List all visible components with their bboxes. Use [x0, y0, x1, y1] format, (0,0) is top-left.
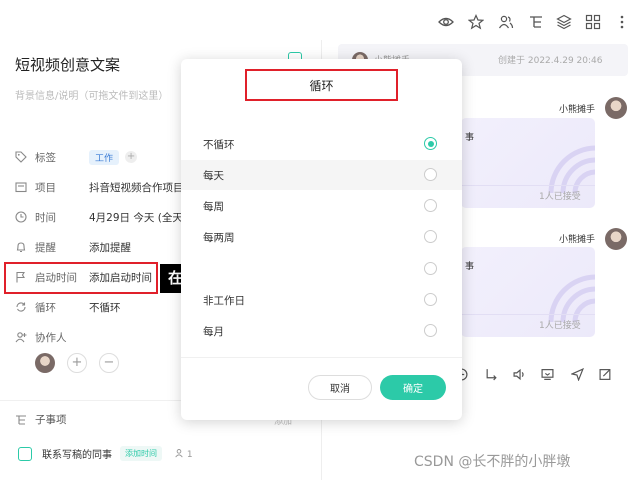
more-icon[interactable]	[614, 14, 630, 30]
radio[interactable]	[424, 324, 437, 337]
created-time: 创建于 2022.4.29 20:46	[498, 56, 603, 66]
repeat-option-none[interactable]: 不循环	[181, 129, 462, 159]
tag-icon	[15, 151, 27, 163]
chat-toolbar	[455, 367, 625, 386]
radio-selected[interactable]	[424, 137, 437, 150]
modal-divider	[181, 357, 462, 358]
layers-icon[interactable]	[556, 14, 572, 30]
option-label: 不循环	[203, 138, 235, 151]
repeat-icon	[15, 301, 27, 313]
assignee-count-value: 1	[186, 449, 193, 460]
repeat-option-weekly[interactable]: 每周	[181, 191, 462, 221]
description-input[interactable]: 背景信息/说明（可拖文件到这里）	[15, 87, 168, 102]
repeat-row: 循环 不循环	[15, 297, 121, 317]
accepted-count: 1人已接受	[539, 192, 581, 202]
tag-label: 标签	[35, 151, 56, 164]
repeat-option-daily[interactable]: 每天	[181, 160, 462, 190]
screen-icon[interactable]	[541, 368, 555, 382]
radio[interactable]	[424, 230, 437, 243]
message-card[interactable]: 事 1人已接受	[461, 247, 595, 337]
radio[interactable]	[424, 262, 437, 275]
tag-badge[interactable]: 工作	[89, 149, 120, 165]
subtasks-title: 子事项	[35, 414, 67, 426]
add-tag-button[interactable]: +	[125, 151, 138, 163]
send-icon[interactable]	[570, 367, 585, 382]
tag-row: 标签 工作 +	[15, 147, 138, 167]
annotation-box-title	[245, 69, 398, 101]
project-label: 项目	[35, 181, 56, 194]
accepted-count: 1人已接受	[539, 321, 581, 331]
collaborators-row: 协作人	[15, 327, 89, 347]
repeat-option-non-workday[interactable]: 非工作日	[181, 285, 462, 315]
add-reminder-link[interactable]: 添加提醒	[89, 240, 131, 255]
time-value[interactable]: 4月29日 今天 (全天)	[89, 210, 187, 225]
add-collaborator-button[interactable]: +	[67, 353, 87, 373]
option-label: 每周	[203, 200, 224, 213]
message-sender: 小熊摊手	[559, 105, 596, 115]
remove-collaborator-button[interactable]: −	[99, 353, 119, 373]
person-icon	[15, 331, 27, 343]
card-divider	[461, 314, 595, 315]
message-card-text: 事	[465, 262, 475, 272]
option-label: 非工作日	[203, 294, 245, 307]
sender-avatar	[605, 228, 627, 250]
option-label: 每月	[203, 325, 224, 338]
tree-icon[interactable]	[528, 14, 544, 30]
collaborators-list: + −	[35, 353, 119, 373]
members-icon[interactable]	[498, 14, 514, 30]
subtask-checkbox[interactable]	[18, 446, 32, 461]
person-icon	[175, 448, 183, 457]
apps-icon[interactable]	[585, 14, 601, 30]
bell-icon	[15, 241, 27, 253]
option-label: 每两周	[203, 231, 235, 244]
subtasks-header: 子事项	[15, 412, 67, 427]
top-toolbar	[0, 0, 641, 40]
subtask-icon[interactable]	[485, 368, 499, 382]
time-row: 时间 4月29日 今天 (全天)	[15, 207, 187, 227]
subtask-icon	[15, 414, 27, 426]
annotation-box-start-time	[4, 262, 158, 294]
watermark: CSDN @长不胖的小胖墩	[414, 454, 571, 470]
repeat-label: 循环	[35, 301, 56, 314]
project-value[interactable]: 抖音短视频合作项目	[89, 180, 184, 195]
repeat-value[interactable]: 不循环	[89, 300, 121, 315]
message-card[interactable]: 事 1人已接受	[461, 118, 595, 208]
speaker-icon[interactable]	[513, 368, 527, 382]
project-row: 项目 抖音短视频合作项目	[15, 177, 184, 197]
task-title[interactable]: 短视频创意文案	[15, 54, 120, 75]
sender-avatar	[605, 97, 627, 119]
repeat-modal: 循环 不循环 每天 每周 每两周 非工作日 每月 取消 确定	[181, 59, 462, 420]
radio[interactable]	[424, 168, 437, 181]
reminder-row: 提醒 添加提醒	[15, 237, 131, 257]
option-label: 每天	[203, 169, 224, 182]
subtask-assignee-count: 1	[174, 448, 193, 460]
confirm-button[interactable]: 确定	[380, 375, 446, 400]
subtask-add-time[interactable]: 添加时间	[120, 446, 162, 461]
repeat-option-biweekly[interactable]: 每两周	[181, 222, 462, 252]
radio[interactable]	[424, 293, 437, 306]
eye-icon[interactable]	[438, 14, 454, 30]
edit-icon[interactable]	[599, 368, 613, 382]
subtask-item[interactable]: 联系写稿的同事 添加时间 1	[18, 446, 193, 461]
clock-icon	[15, 211, 27, 223]
time-label: 时间	[35, 211, 56, 224]
subtask-text[interactable]: 联系写稿的同事	[42, 446, 112, 461]
star-icon[interactable]	[467, 14, 485, 30]
cancel-button[interactable]: 取消	[308, 375, 372, 400]
repeat-option-hidden[interactable]	[181, 254, 462, 284]
radio[interactable]	[424, 199, 437, 212]
folder-icon	[15, 181, 27, 193]
collaborator-avatar[interactable]	[35, 353, 55, 373]
collaborators-label: 协作人	[35, 331, 67, 344]
repeat-option-monthly[interactable]: 每月	[181, 316, 462, 346]
card-divider	[461, 185, 595, 186]
reminder-label: 提醒	[35, 241, 56, 254]
message-card-text: 事	[465, 133, 475, 143]
message-sender: 小熊摊手	[559, 235, 596, 245]
